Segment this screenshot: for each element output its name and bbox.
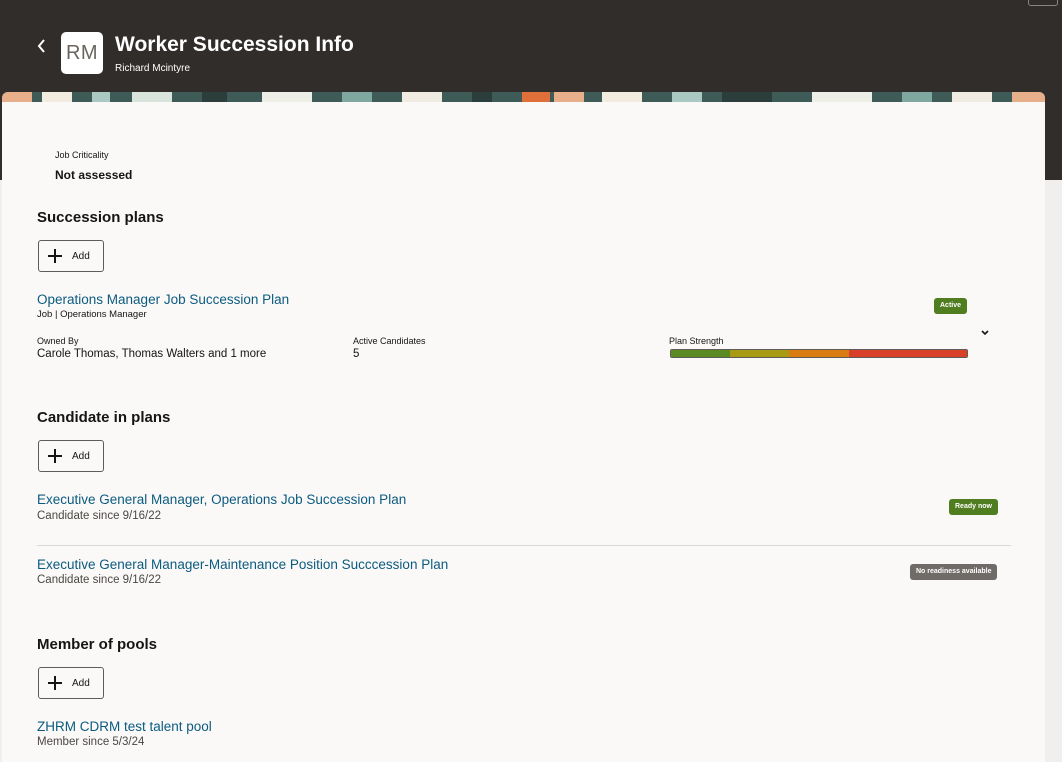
candidate-plan-link[interactable]: Executive General Manager-Maintenance Po… <box>37 557 448 572</box>
add-candidate-plan-button[interactable]: Add <box>38 440 104 472</box>
add-button-label: Add <box>72 677 90 689</box>
plan-strength-segment-2 <box>730 350 790 357</box>
plus-icon <box>48 676 62 690</box>
content-card: Job Criticality Not assessed Succession … <box>2 92 1045 762</box>
succession-plans-title: Succession plans <box>37 209 164 226</box>
job-criticality-label: Job Criticality <box>55 150 109 160</box>
add-pool-button[interactable]: Add <box>38 667 104 699</box>
plan-strength-segment-4 <box>848 350 967 357</box>
talent-pool-link[interactable]: ZHRM CDRM test talent pool <box>37 719 212 734</box>
owned-by-value: Carole Thomas, Thomas Walters and 1 more <box>37 348 267 360</box>
list-divider <box>37 545 1011 546</box>
add-button-label: Add <box>72 250 90 262</box>
decorative-banner <box>2 92 1045 102</box>
page-subtitle: Richard Mcintyre <box>115 63 191 74</box>
add-button-label: Add <box>72 450 90 462</box>
owned-by-label: Owned By <box>37 336 79 346</box>
plan-strength-segment-1 <box>671 350 731 357</box>
status-badge: Active <box>934 298 968 314</box>
member-of-pools-title: Member of pools <box>37 636 158 653</box>
plus-icon <box>48 449 62 463</box>
candidate-in-plans-title: Candidate in plans <box>37 409 171 426</box>
plan-strength-segment-3 <box>789 350 849 357</box>
active-candidates-value: 5 <box>353 348 360 360</box>
plus-icon <box>48 249 62 263</box>
chevron-left-icon[interactable] <box>32 36 52 56</box>
add-succession-plan-button[interactable]: Add <box>38 240 104 272</box>
active-candidates-label: Active Candidates <box>353 336 426 346</box>
page-title: Worker Succession Info <box>115 33 354 56</box>
chevron-down-icon[interactable] <box>978 326 992 340</box>
avatar: RM <box>61 32 103 74</box>
succession-plan-link[interactable]: Operations Manager Job Succession Plan <box>37 292 289 307</box>
candidate-since: Candidate since 9/16/22 <box>37 574 162 586</box>
readiness-badge: No readiness available <box>910 564 998 580</box>
plan-strength-bar <box>670 349 968 358</box>
succession-plan-type: Job | Operations Manager <box>37 309 147 320</box>
plan-strength-label: Plan Strength <box>669 336 724 346</box>
candidate-since: Candidate since 9/16/22 <box>37 510 162 522</box>
candidate-plan-link[interactable]: Executive General Manager, Operations Jo… <box>37 492 406 507</box>
job-criticality-value: Not assessed <box>55 168 133 182</box>
header-action-button[interactable] <box>1028 0 1058 6</box>
member-since: Member since 5/3/24 <box>37 736 145 748</box>
readiness-badge: Ready now <box>949 499 998 515</box>
